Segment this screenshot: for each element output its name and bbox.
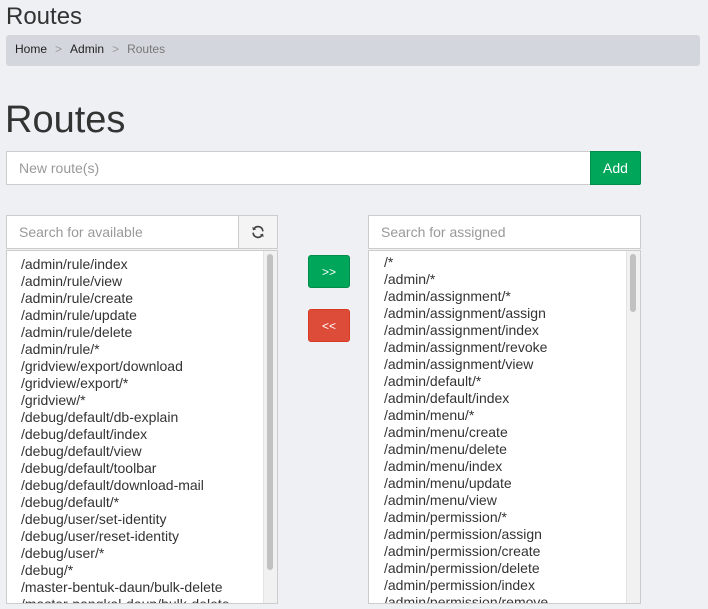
page-title: Routes <box>5 99 126 141</box>
route-option[interactable]: /admin/permission/* <box>384 509 626 526</box>
assigned-routes-items: /*/admin/*/admin/assignment/*/admin/assi… <box>369 254 626 603</box>
refresh-button[interactable] <box>238 215 278 249</box>
search-available-input[interactable] <box>6 215 239 249</box>
breadcrumb-home-link[interactable]: Home <box>15 35 47 63</box>
route-option[interactable]: /admin/menu/create <box>384 424 626 441</box>
route-option[interactable]: /admin/rule/view <box>21 273 263 290</box>
route-option[interactable]: /admin/menu/* <box>384 407 626 424</box>
route-option[interactable]: /admin/permission/assign <box>384 526 626 543</box>
route-option[interactable]: /gridview/export/* <box>21 375 263 392</box>
breadcrumb-separator: > <box>55 42 63 56</box>
refresh-icon <box>252 225 264 239</box>
route-option[interactable]: /admin/permission/create <box>384 543 626 560</box>
breadcrumb-separator: > <box>112 42 120 56</box>
assigned-scrollbar[interactable] <box>626 251 640 603</box>
route-option[interactable]: /admin/* <box>384 271 626 288</box>
route-option[interactable]: /admin/rule/create <box>21 290 263 307</box>
remove-route-button[interactable]: << <box>308 309 350 342</box>
breadcrumb-admin-link[interactable]: Admin <box>70 35 104 63</box>
route-option[interactable]: /debug/user/reset-identity <box>21 528 263 545</box>
route-option[interactable]: /debug/default/toolbar <box>21 460 263 477</box>
route-option[interactable]: /admin/assignment/assign <box>384 305 626 322</box>
assign-route-button[interactable]: >> <box>308 255 350 288</box>
route-option[interactable]: /admin/menu/index <box>384 458 626 475</box>
route-option[interactable]: /admin/permission/index <box>384 577 626 594</box>
route-option[interactable]: /admin/assignment/index <box>384 322 626 339</box>
route-option[interactable]: /gridview/export/download <box>21 358 263 375</box>
breadcrumb: Home > Admin > Routes <box>6 35 700 66</box>
breadcrumb-current: Routes <box>127 42 166 56</box>
route-option[interactable]: /admin/permission/delete <box>384 560 626 577</box>
route-option[interactable]: /admin/menu/update <box>384 475 626 492</box>
route-option[interactable]: /admin/assignment/revoke <box>384 339 626 356</box>
route-option[interactable]: /debug/user/* <box>21 545 263 562</box>
header-title: Routes <box>6 3 83 30</box>
route-option[interactable]: /admin/default/* <box>384 373 626 390</box>
route-option[interactable]: /admin/menu/view <box>384 492 626 509</box>
route-option[interactable]: /debug/user/set-identity <box>21 511 263 528</box>
add-route-button[interactable]: Add <box>590 151 641 185</box>
route-option[interactable]: /admin/rule/delete <box>21 324 263 341</box>
route-option[interactable]: /debug/default/download-mail <box>21 477 263 494</box>
route-option[interactable]: /debug/* <box>21 562 263 579</box>
route-option[interactable]: /master-pangkal-daun/bulk-delete <box>21 596 263 603</box>
route-option[interactable]: /gridview/* <box>21 392 263 409</box>
route-option[interactable]: /admin/rule/index <box>21 256 263 273</box>
route-option[interactable]: /debug/default/* <box>21 494 263 511</box>
available-scrollbar-thumb[interactable] <box>267 254 273 570</box>
route-option[interactable]: /admin/assignment/* <box>384 288 626 305</box>
route-option[interactable]: /admin/menu/delete <box>384 441 626 458</box>
route-option[interactable]: /admin/rule/* <box>21 341 263 358</box>
route-option[interactable]: /* <box>384 254 626 271</box>
route-option[interactable]: /debug/default/db-explain <box>21 409 263 426</box>
route-option[interactable]: /admin/assignment/view <box>384 356 626 373</box>
route-option[interactable]: /master-bentuk-daun/bulk-delete <box>21 579 263 596</box>
route-option[interactable]: /debug/default/view <box>21 443 263 460</box>
search-assigned-input[interactable] <box>368 215 641 249</box>
route-option[interactable]: /debug/default/index <box>21 426 263 443</box>
new-route-input[interactable] <box>6 151 591 185</box>
route-option[interactable]: /admin/permission/remove <box>384 594 626 603</box>
route-option[interactable]: /admin/rule/update <box>21 307 263 324</box>
available-routes-list[interactable]: /admin/rule/index/admin/rule/view/admin/… <box>6 250 278 604</box>
assigned-routes-list[interactable]: /*/admin/*/admin/assignment/*/admin/assi… <box>368 250 641 604</box>
available-scrollbar[interactable] <box>263 251 277 603</box>
available-routes-items: /admin/rule/index/admin/rule/view/admin/… <box>7 256 263 603</box>
assigned-scrollbar-thumb[interactable] <box>630 254 636 312</box>
route-option[interactable]: /admin/default/index <box>384 390 626 407</box>
